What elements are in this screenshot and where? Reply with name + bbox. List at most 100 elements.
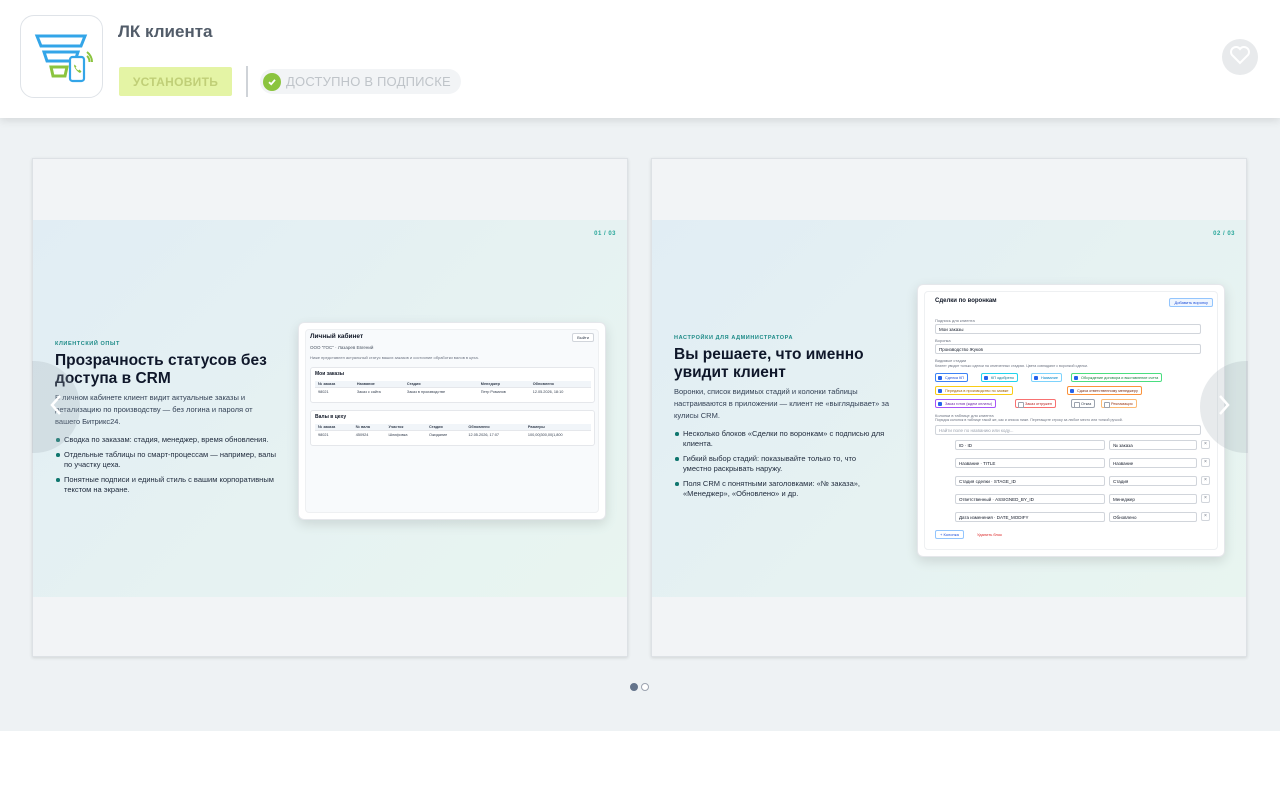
field-select: Стадия сделки · STAGE_ID — [955, 476, 1105, 486]
slide-desc-line-2: детализацию по производству — без логина… — [55, 405, 253, 414]
bullet-item: Сводка по заказам: стадия, менеджер, вре… — [55, 435, 277, 445]
slide-1[interactable]: 01 / 03 КЛИЕНТСКИЙ ОПЫТ Прозрачность ста… — [32, 158, 628, 657]
slide-counter: 01 / 03 — [594, 231, 616, 237]
caption-label: Подпись для клиента — [935, 318, 975, 323]
shafts-table: № заказа № вала Участок Стадия Обновлено… — [315, 424, 591, 438]
table-cell: 12.05.2026, 17:07 — [468, 432, 500, 437]
slide-canvas: 01 / 03 КЛИЕНТСКИЙ ОПЫТ Прозрачность ста… — [33, 220, 627, 597]
remove-column-icon: × — [1201, 512, 1210, 521]
bullet-item: Понятные подписи и единый стиль с вашим … — [55, 475, 277, 495]
stage-chip: Отказ — [1071, 399, 1096, 408]
stage-chip: Передача в производство по заявке — [935, 386, 1013, 395]
table-cell: 12.05.2026, 18:10 — [532, 389, 564, 394]
mock-shafts-section: Валы в цеху № заказа № вала Участок Стад… — [310, 410, 595, 446]
funnel-phone-icon — [20, 15, 103, 98]
table-cell: Заказ в производстве — [406, 389, 446, 394]
field-select: Дата изменения · DATE_MODIFY — [955, 512, 1105, 522]
remove-column-icon: × — [1201, 494, 1210, 503]
field-select: Название · TITLE — [955, 458, 1105, 468]
remove-column-icon: × — [1201, 458, 1210, 467]
remove-column-icon: × — [1201, 440, 1210, 449]
favorite-button[interactable] — [1222, 39, 1258, 75]
delete-block-link: Удалить блок — [977, 532, 1002, 537]
slide-heading-line-1: Вы решаете, что именно — [674, 346, 864, 363]
chevron-left-icon — [49, 393, 63, 422]
stages-note: Клиент увидит только сделки на отмеченны… — [935, 364, 1088, 368]
column-search-input: Найти поле по названию или коду... — [935, 425, 1201, 435]
stage-chip: Заказ готов (ждем оплаты) — [935, 399, 997, 408]
stages-label: Видимые стадии — [935, 358, 967, 363]
install-button[interactable]: УСТАНОВИТЬ — [119, 67, 232, 96]
mock-inner: Личный кабинет Выйти ООО "ГОС" · Лазарев… — [305, 329, 599, 513]
shafts-title: Валы в цеху — [315, 414, 347, 420]
mock-note: Ниже представлен актуальный статус ваших… — [310, 355, 479, 360]
table-cell: 450924 — [355, 432, 369, 437]
orders-table: № заказа Название Стадия Менеджер Обновл… — [315, 381, 591, 395]
bullet-item: Гибкий выбор стадий: показывайте только … — [674, 454, 886, 474]
bullet-item: Отдельные таблицы по смарт-процессам — н… — [55, 450, 277, 470]
bullet-item: Поля CRM с понятными заголовками: «№ зак… — [674, 479, 886, 499]
slide-desc-line-1: Воронки, список видимых стадий и колонки… — [674, 387, 858, 396]
table-row: 98021 450924 Шлифовка Ожидание 12.05.202… — [315, 431, 591, 439]
slide-desc-line-3: кулисы CRM. — [674, 411, 720, 420]
funnel-select: Производство Жуков — [935, 344, 1201, 354]
caption-field: Мои заказы — [935, 324, 1201, 334]
subscription-badge: ДОСТУПНО В ПОДПИСКЕ — [260, 69, 461, 94]
funnel-label: Воронка — [935, 338, 951, 343]
heart-icon — [1229, 45, 1251, 70]
stage-chip: Обсуждение договора и выставление счета — [1071, 373, 1163, 382]
stage-chip: КП одобрено — [981, 373, 1018, 382]
table-cell: 98021 — [318, 432, 329, 437]
table-row: 98021 Заказ с сайта Заказ в производстве… — [315, 388, 591, 396]
table-cell: 98021 — [318, 389, 329, 394]
mock-client-cabinet: Личный кабинет Выйти ООО "ГОС" · Лазарев… — [298, 322, 606, 520]
columns-note: Порядок колонок в таблице такой же, как … — [935, 418, 1123, 422]
field-select: ID · ID — [955, 440, 1105, 450]
table-cell: Шлифовка — [388, 432, 408, 437]
pagination-dots — [630, 683, 649, 691]
orders-title: Мои заказы — [315, 371, 344, 377]
slide-2[interactable]: 02 / 03 НАСТРОЙКИ ДЛЯ АДМИНИСТРАТОРА Вы … — [651, 158, 1247, 657]
table-cell: 100,00|300,00|1,800 — [527, 432, 563, 437]
app-header: ЛК клиента УСТАНОВИТЬ ДОСТУПНО В ПОДПИСК… — [0, 0, 1280, 118]
mock-exit-button: Выйти — [572, 333, 594, 342]
pagination-dot[interactable] — [630, 683, 638, 691]
add-funnel-button: Добавить воронку — [1169, 298, 1213, 307]
header-divider — [246, 66, 248, 97]
remove-column-icon: × — [1201, 476, 1210, 485]
mock-inner: Сделки по воронкам Добавить воронку Подп… — [924, 291, 1218, 550]
slide-desc-line-1: В личном кабинете клиент видит актуальны… — [55, 393, 246, 402]
slide-heading-line-2: увидит клиент — [674, 364, 786, 381]
pagination-dot[interactable] — [641, 683, 649, 691]
column-title-field: Стадия — [1109, 476, 1197, 486]
field-select: Ответственный · ASSIGNED_BY_ID — [955, 494, 1105, 504]
chevron-right-icon — [1217, 393, 1231, 422]
slide-heading-line-1: Прозрачность статусов без — [55, 352, 267, 369]
column-title-field: Менеджер — [1109, 494, 1197, 504]
add-column-button: + Колонка — [935, 530, 964, 539]
column-title-field: № заказа — [1109, 440, 1197, 450]
screenshot-gallery: 01 / 03 КЛИЕНТСКИЙ ОПЫТ Прозрачность ста… — [0, 118, 1280, 731]
table-cell: Заказ с сайта — [356, 389, 381, 394]
mock-title: Сделки по воронкам — [935, 298, 997, 304]
bullet-item: Несколько блоков «Сделки по воронкам» с … — [674, 429, 886, 449]
slide-bullets: Сводка по заказам: стадия, менеджер, вре… — [55, 435, 277, 500]
stage-chip: Сдача ответственному менеджеру — [1067, 386, 1142, 395]
slide-counter: 02 / 03 — [1213, 231, 1235, 237]
table-cell: Ожидание — [429, 432, 448, 437]
mock-admin-settings: Сделки по воронкам Добавить воронку Подп… — [917, 284, 1225, 557]
mock-title: Личный кабинет — [310, 333, 364, 340]
slide-desc-line-2: настраиваются в приложении — клиент не «… — [674, 399, 889, 408]
slide-eyebrow: НАСТРОЙКИ ДЛЯ АДМИНИСТРАТОРА — [674, 335, 794, 341]
stage-chip: Название — [1031, 373, 1062, 382]
slide-bullets: Несколько блоков «Сделки по воронкам» с … — [674, 429, 886, 504]
stage-chip: Заказ отгружен — [1015, 399, 1056, 408]
table-cell: Петр Романов — [480, 389, 506, 394]
slide-eyebrow: КЛИЕНТСКИЙ ОПЫТ — [55, 341, 120, 347]
subscription-label: ДОСТУПНО В ПОДПИСКЕ — [286, 74, 451, 89]
column-title-field: Обновлено — [1109, 512, 1197, 522]
stage-chip: Рекламация — [1101, 399, 1137, 408]
stage-chip: Сделка КП — [935, 373, 969, 382]
mock-orders-section: Мои заказы № заказа Название Стадия Мене… — [310, 367, 595, 403]
slide-canvas: 02 / 03 НАСТРОЙКИ ДЛЯ АДМИНИСТРАТОРА Вы … — [652, 220, 1246, 597]
